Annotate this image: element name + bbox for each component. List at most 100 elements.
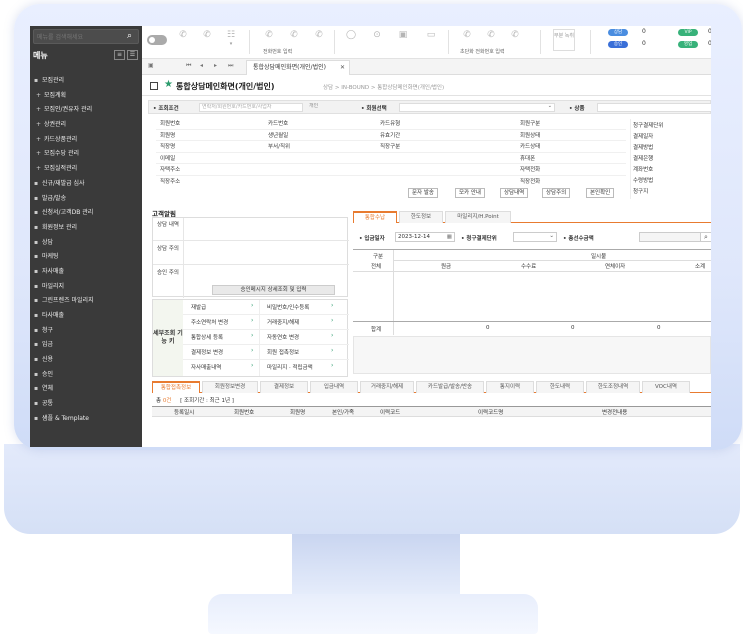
chevron-right-icon[interactable]: ›: [331, 317, 333, 324]
detail-key[interactable]: 회원 접촉정보: [267, 348, 299, 356]
mute-icon[interactable]: ⊙: [368, 29, 386, 55]
chevron-right-icon[interactable]: ›: [251, 347, 253, 354]
call-end-icon[interactable]: ✆: [310, 29, 328, 55]
history-tab[interactable]: VOC내역: [642, 381, 690, 393]
sidebar-item[interactable]: ▪ 샘플 & Template: [30, 412, 142, 427]
sidebar-item[interactable]: ▪ 승인: [30, 368, 142, 383]
history-tab[interactable]: 결제정보: [260, 381, 308, 393]
sum-label: 합계: [371, 327, 382, 333]
sidebar-item[interactable]: ▪ 회원정보 관리: [30, 221, 142, 236]
sidebar-item[interactable]: + 모집실적관리: [30, 162, 142, 177]
favorite-star-icon[interactable]: ★: [164, 79, 173, 90]
history-tab[interactable]: 카드발급/발송/반송: [416, 381, 484, 393]
chevron-right-icon[interactable]: ›: [251, 317, 253, 324]
close-icon[interactable]: ✕: [340, 61, 345, 74]
action-button[interactable]: 상담주의: [542, 188, 571, 198]
tab-consult-main[interactable]: 통합상담메인화면(개인/법인) ✕: [246, 60, 350, 75]
partial-record-button[interactable]: 부분 녹취: [553, 29, 575, 51]
expand-all-icon[interactable]: ≡: [114, 50, 125, 60]
detail-key[interactable]: 거래중지/해제: [267, 318, 299, 326]
chevron-right-icon[interactable]: ›: [251, 332, 253, 339]
sidebar-item[interactable]: + 모집계획: [30, 89, 142, 104]
chevron-right-icon[interactable]: ›: [331, 302, 333, 309]
sidebar-item[interactable]: + 카드상품관리: [30, 133, 142, 148]
search-icon[interactable]: ⌕: [124, 31, 135, 42]
sidebar-item[interactable]: ▪ 공통: [30, 397, 142, 412]
sidebar-item[interactable]: ▪ 신청서/고객DB 관리: [30, 206, 142, 221]
action-button[interactable]: 상담내역: [500, 188, 529, 198]
sidebar-item[interactable]: ▪ 연체: [30, 382, 142, 397]
table-header: 연체이자: [605, 264, 626, 270]
status-toggle[interactable]: [147, 35, 167, 45]
first-tab-icon[interactable]: ⏮: [186, 62, 191, 70]
history-tab[interactable]: 통지이력: [486, 381, 534, 393]
phone-icon[interactable]: ✆: [506, 29, 524, 55]
sidebar-item[interactable]: ▪ 신용: [30, 353, 142, 368]
detail-key[interactable]: 마일리지 · 적립금액: [267, 363, 313, 371]
sidebar-item[interactable]: ▪ 마케팅: [30, 250, 142, 265]
sidebar-item[interactable]: + 모집수당 관리: [30, 147, 142, 162]
menu-search-input[interactable]: [37, 32, 121, 42]
tab-info[interactable]: 마일리지/H.Point: [445, 211, 511, 223]
sidebar-item[interactable]: ▪ 타사매출: [30, 309, 142, 324]
deposit-date-input[interactable]: 2023-12-14 ▦: [395, 232, 455, 242]
page-header: ★ 통합상담메인화면(개인/법인) 상담 > IN-BOUND > 통합상담메인…: [142, 76, 711, 96]
detail-key[interactable]: 주소연락처 변경: [191, 318, 228, 326]
billing-unit-select[interactable]: ⌄: [513, 232, 557, 242]
sidebar-item[interactable]: + 모집인/권유자 관리: [30, 103, 142, 118]
chevron-right-icon[interactable]: ›: [331, 362, 333, 369]
inquiry-input[interactable]: 연락처/회원번호/카드번호/사업자: [199, 103, 303, 112]
history-tab[interactable]: 한도조정내역: [586, 381, 640, 393]
table-header: 구분: [373, 254, 384, 260]
calendar-icon[interactable]: ▦: [447, 233, 452, 241]
sidebar-item[interactable]: ▪ 청구: [30, 324, 142, 339]
prev-tab-icon[interactable]: ◂: [200, 62, 203, 69]
next-tab-icon[interactable]: ▸: [214, 62, 217, 69]
sidebar-item[interactable]: + 상권관리: [30, 118, 142, 133]
last-tab-icon[interactable]: ⏭: [228, 62, 233, 70]
detail-key[interactable]: 통합상세 등록: [191, 333, 223, 341]
keypad-icon[interactable]: ☷ ▾: [222, 29, 240, 55]
phone-icon[interactable]: ✆: [198, 29, 216, 55]
collapse-all-icon[interactable]: ☰: [127, 50, 138, 60]
product-input[interactable]: [597, 103, 711, 112]
tab-payment[interactable]: 통합수납: [353, 211, 397, 223]
detail-key[interactable]: 비밀번호/인수등록: [267, 303, 309, 311]
chevron-right-icon[interactable]: ›: [331, 347, 333, 354]
action-button[interactable]: 모카 안내: [455, 188, 485, 198]
sidebar-item[interactable]: ▪ 상담: [30, 236, 142, 251]
detail-key[interactable]: 자사매출내역: [191, 363, 221, 371]
lock-icon[interactable]: ▣: [394, 29, 412, 55]
member-select[interactable]: ⌄: [399, 103, 555, 112]
hold-icon[interactable]: ◯: [342, 29, 360, 55]
id-card-icon[interactable]: ▭: [422, 29, 440, 55]
sidebar-item[interactable]: ▪ 신규/재발급 심사: [30, 177, 142, 192]
history-tab[interactable]: 회원정보변경: [202, 381, 258, 393]
chevron-right-icon[interactable]: ›: [251, 302, 253, 309]
detail-key[interactable]: 자동연호 변경: [267, 333, 299, 341]
detail-key[interactable]: 재발급: [191, 303, 206, 311]
history-tab[interactable]: 거래중지/해제: [360, 381, 414, 393]
history-tab[interactable]: 통합접촉정보: [152, 381, 200, 393]
action-button[interactable]: 문자 발송: [408, 188, 438, 198]
divider: [353, 321, 711, 322]
sidebar-item[interactable]: ▪ 입금: [30, 338, 142, 353]
phone-icon[interactable]: ✆: [174, 29, 192, 55]
action-button[interactable]: 본인확인: [586, 188, 615, 198]
sidebar-item[interactable]: ▪ 마일리지: [30, 280, 142, 295]
column-header: 회원번호: [234, 410, 255, 416]
chevron-right-icon[interactable]: ›: [251, 362, 253, 369]
tab-info[interactable]: 한도정보: [399, 211, 443, 223]
detail-key[interactable]: 결제정보 변경: [191, 348, 223, 356]
history-tab[interactable]: 한도내력: [536, 381, 584, 393]
sidebar-item[interactable]: ▪ 모집관리: [30, 74, 142, 89]
search-icon[interactable]: ⌕: [700, 232, 711, 242]
customer-type[interactable]: 개인: [307, 103, 357, 112]
tab-list-icon[interactable]: ▣: [148, 62, 154, 69]
sidebar-item[interactable]: ▪ 자사매출: [30, 265, 142, 280]
history-tab[interactable]: 입금내역: [310, 381, 358, 393]
sidebar-item[interactable]: ▪ 발급/발송: [30, 192, 142, 207]
approval-message-button[interactable]: 승인메시지 상세조회 및 입력: [212, 285, 335, 295]
chevron-right-icon[interactable]: ›: [331, 332, 333, 339]
sidebar-item[interactable]: ▪ 그린프렌즈 마일리지: [30, 294, 142, 309]
